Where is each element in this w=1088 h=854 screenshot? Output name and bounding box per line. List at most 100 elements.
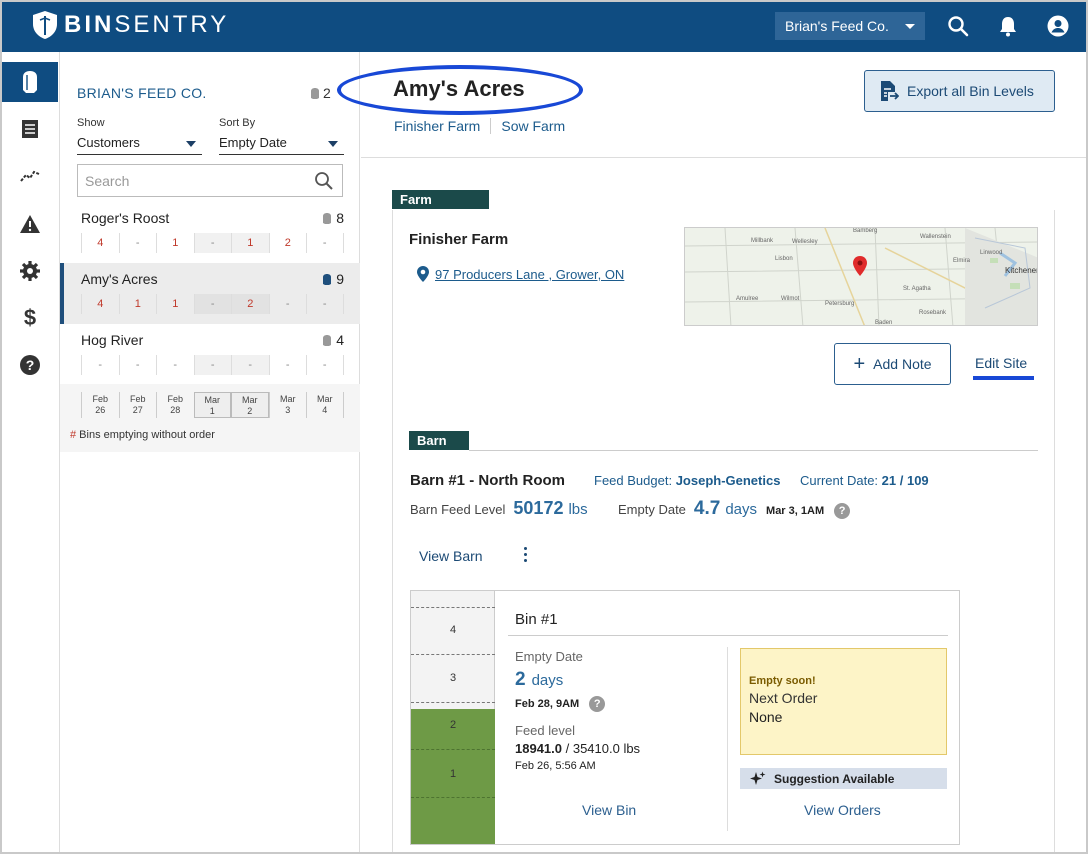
map-label: Linwood: [980, 250, 1003, 256]
bin-empty-when: Feb 28, 9AM ?: [515, 696, 606, 712]
help-icon[interactable]: ?: [834, 503, 851, 519]
timeline-cell: 1: [156, 294, 194, 314]
company-bin-count: 2: [310, 85, 331, 101]
bin-icon: [323, 273, 332, 285]
search-icon[interactable]: [314, 171, 334, 191]
timeline-cell: -: [156, 355, 194, 375]
bin-level-gauge: 4 3 2 1: [411, 591, 495, 844]
timeline-cell: -: [231, 355, 269, 375]
more-options-icon[interactable]: [524, 547, 528, 565]
timeline-cell: 4: [81, 294, 119, 314]
company-count-value: 2: [323, 85, 331, 101]
farm-address-link[interactable]: 97 Producers Lane , Grower, ON: [417, 266, 624, 282]
bell-icon[interactable]: [996, 14, 1020, 38]
customer-bin-count: 4: [322, 332, 344, 348]
map-label: Wallenstein: [920, 234, 951, 240]
customer-search: [77, 164, 343, 197]
customer-item-hog-river[interactable]: Hog River 4 - - - - - - -: [60, 324, 360, 385]
nav-bins[interactable]: [2, 62, 58, 102]
help-icon: ?: [20, 355, 40, 375]
sort-label: Sort By: [219, 117, 256, 129]
bin-icon: [323, 212, 332, 224]
divider: [469, 450, 1038, 451]
sort-select[interactable]: Empty Date: [219, 135, 344, 155]
nav-help[interactable]: ?: [2, 345, 58, 385]
timeline-date: Mar 2: [231, 392, 269, 418]
gauge-tick: [411, 797, 495, 798]
map-label: Bamberg: [853, 228, 878, 234]
customer-count-value: 9: [336, 271, 344, 287]
nav-orders[interactable]: [2, 109, 58, 149]
barn-empty-date: Empty Date 4.7 days Mar 3, 1AM ?: [618, 498, 851, 520]
timeline-cell: 4: [81, 233, 119, 253]
gauge-tick: [411, 702, 495, 703]
bin-icon: [23, 71, 37, 93]
account-icon[interactable]: [1046, 14, 1070, 38]
site-link-finisher-farm[interactable]: Finisher Farm: [394, 118, 480, 134]
timeline-cell: -: [118, 233, 157, 253]
view-barn-link[interactable]: View Barn: [419, 548, 483, 564]
bin-icon: [311, 87, 319, 99]
page-title: Amy's Acres: [393, 76, 525, 101]
brand-logo[interactable]: BINSENTRY: [32, 10, 229, 40]
gauge-level-label: 2: [449, 719, 457, 731]
timeline-cell: -: [193, 294, 231, 314]
site-link-sow-farm[interactable]: Sow Farm: [501, 118, 565, 134]
map-label: Elmira: [953, 258, 971, 264]
customer-name: Amy's Acres: [81, 271, 158, 287]
timeline-legend: # Bins emptying without order: [70, 429, 215, 441]
file-export-icon: [881, 81, 899, 101]
timeline-dates: Feb 26 Feb 27 Feb 28 Mar 1 Mar 2 Mar 3 Mar 4: [81, 392, 344, 418]
nav-analytics[interactable]: [2, 156, 58, 196]
help-icon[interactable]: ?: [589, 696, 606, 712]
add-note-label: Add Note: [873, 356, 932, 372]
nav-billing[interactable]: $: [2, 298, 58, 338]
svg-text:?: ?: [26, 357, 35, 373]
timeline-footer: Feb 26 Feb 27 Feb 28 Mar 1 Mar 2 Mar 3 Mar 4 # …: [60, 384, 360, 452]
nav-alerts[interactable]: [2, 204, 58, 244]
export-bin-levels-button[interactable]: Export all Bin Levels: [864, 70, 1055, 112]
company-name: BRIAN'S FEED CO.: [77, 85, 207, 101]
show-select-value: Customers: [77, 135, 140, 150]
trend-chart-icon: [20, 170, 40, 182]
dollar-icon: $: [23, 305, 37, 330]
shield-logo-icon: [33, 11, 57, 39]
timeline-date: Mar 1: [193, 392, 231, 418]
edit-site-link[interactable]: Edit Site: [975, 355, 1027, 371]
suggestion-label: Suggestion Available: [774, 771, 895, 786]
nav-settings[interactable]: [2, 251, 58, 291]
site-tabs: Finisher Farm Sow Farm: [394, 118, 565, 134]
sparkle-icon: [750, 771, 766, 785]
search-icon[interactable]: [946, 14, 970, 38]
map-label: Lisbon: [775, 256, 793, 262]
map-label: Wellesley: [792, 239, 818, 245]
add-note-button[interactable]: + Add Note: [834, 343, 951, 385]
account-selector[interactable]: Brian's Feed Co.: [775, 12, 925, 40]
customer-sidebar: BRIAN'S FEED CO. 2 Show Customers Sort B…: [60, 52, 360, 852]
app-frame: BINSENTRY Brian's Feed Co. $ ? BRIAN'S F…: [0, 0, 1088, 854]
gauge-tick: [411, 654, 495, 655]
barn-section-tag: Barn: [409, 431, 469, 450]
suggestion-banner[interactable]: Suggestion Available: [740, 768, 947, 789]
search-input[interactable]: [78, 165, 298, 196]
customer-item-amys-acres[interactable]: Amy's Acres 9 4 1 1 - 2 - -: [60, 263, 360, 324]
map-label: Amulree: [736, 296, 759, 302]
view-bin-link[interactable]: View Bin: [582, 802, 636, 818]
timeline-date: Feb 27: [118, 392, 157, 418]
map-roads: [685, 228, 1037, 325]
map-label: St. Agatha: [903, 286, 931, 292]
view-orders-link[interactable]: View Orders: [804, 802, 881, 818]
customer-name: Hog River: [81, 332, 144, 348]
bin-name: Bin #1: [515, 611, 558, 628]
sort-select-value: Empty Date: [219, 135, 287, 150]
gauge-level-label: 1: [449, 768, 457, 780]
timeline-cell: -: [306, 355, 344, 375]
show-select[interactable]: Customers: [77, 135, 202, 155]
timeline-cell: -: [268, 294, 307, 314]
customer-item-rogers-roost[interactable]: Roger's Roost 8 4 - 1 - 1 2 -: [60, 202, 360, 263]
site-map[interactable]: Millbank Wellesley Bamberg Linwood Walle…: [684, 227, 1038, 326]
customer-count-value: 8: [336, 210, 344, 226]
timeline-date: Feb 28: [156, 392, 194, 418]
next-order-value: None: [749, 709, 783, 725]
timeline-date: Mar 3: [268, 392, 307, 418]
